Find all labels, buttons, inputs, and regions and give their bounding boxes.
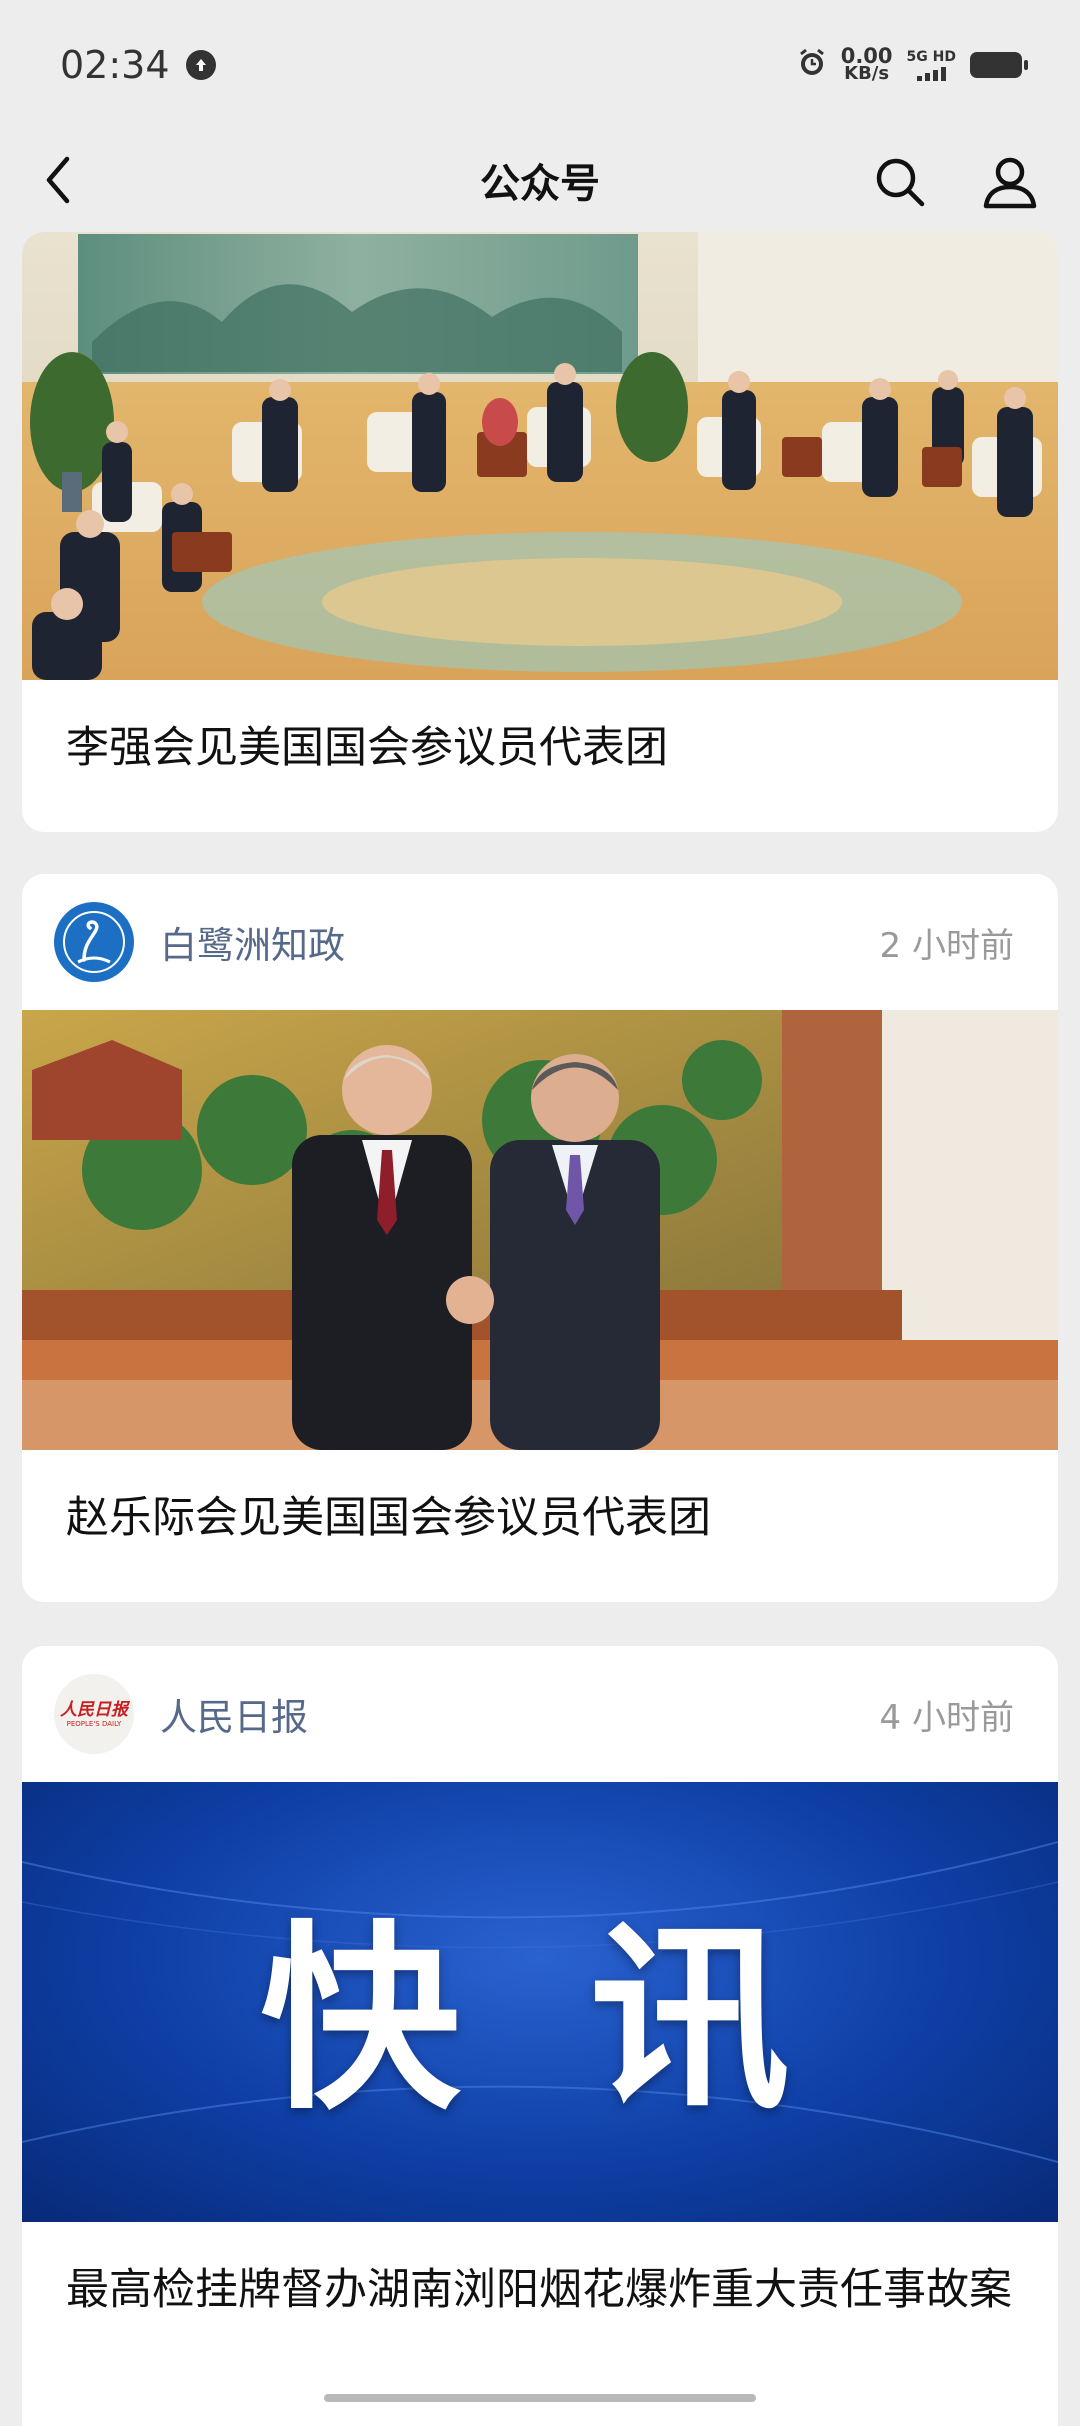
account-avatar[interactable]: 人民日报 PEOPLE'S DAILY [54,1674,134,1754]
network-speed: 0.00 KB/s [840,44,893,84]
back-icon [46,156,70,204]
article-image[interactable] [22,232,1058,680]
account-name[interactable]: 白鹭洲知政 [160,915,880,969]
article-title[interactable]: 赵乐际会见美国国会参议员代表团 [22,1450,1058,1590]
article-card[interactable]: 白鹭洲知政 2 小时前 赵乐际会见美国国会参议员代表团 [22,874,1058,1602]
meeting-hall-photo [22,232,1058,680]
search-button[interactable] [870,152,930,212]
status-bar: 02:34 0.00 KB/s 5G HD [0,0,1080,130]
account-name[interactable]: 人民日报 [160,1687,880,1741]
handshake-photo [22,1010,1058,1450]
post-time: 4 小时前 [879,1697,1014,1738]
profile-button[interactable] [978,150,1042,214]
article-image[interactable]: 快 讯 [22,1782,1058,2222]
signal-bars-icon [916,67,946,81]
article-title[interactable]: 最高检挂牌督办湖南浏阳烟花爆炸重大责任事故案 [22,2222,1058,2362]
back-button[interactable] [30,152,86,208]
signal-indicator: 5G HD [907,49,956,81]
top-nav-bar: 公众号 [0,130,1080,230]
account-header[interactable]: 人民日报 PEOPLE'S DAILY 人民日报 4 小时前 [22,1646,1058,1782]
page-title: 公众号 [480,161,600,207]
article-image[interactable] [22,1010,1058,1450]
upload-icon [185,50,216,80]
battery-icon [970,52,1028,78]
account-header[interactable]: 白鹭洲知政 2 小时前 [22,874,1058,1010]
banner-text: 快 讯 [260,1902,820,2137]
search-icon [876,158,925,207]
status-time: 02:34 [60,43,170,87]
article-card[interactable]: 李强会见美国国会参议员代表团 [22,232,1058,832]
account-avatar[interactable] [54,902,134,982]
alarm-icon [797,48,827,82]
post-time: 2 小时前 [879,925,1014,966]
egret-logo-icon [56,904,132,980]
article-card[interactable]: 人民日报 PEOPLE'S DAILY 人民日报 4 小时前 快 讯 最高检挂牌… [22,1646,1058,2426]
profile-icon [983,157,1037,209]
article-title[interactable]: 李强会见美国国会参议员代表团 [22,680,1058,780]
home-indicator[interactable] [324,2394,756,2402]
peoples-daily-logo: 人民日报 [60,1699,128,1720]
